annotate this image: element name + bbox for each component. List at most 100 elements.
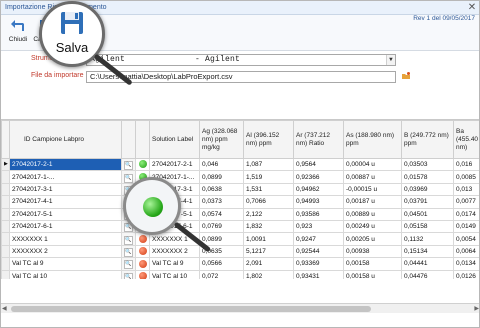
cell-ba: 0,0077 bbox=[453, 195, 479, 209]
file-path-input[interactable]: C:\Users\mattia\Desktop\LabProExport.csv bbox=[86, 71, 396, 83]
table-row[interactable]: XXXXXXX 1 🔍 XXXXXXX 1 0,0899 1,0091 0,9247 0,0… bbox=[1, 232, 479, 246]
row-selector[interactable] bbox=[1, 257, 10, 271]
cell-solution: XXXXXXX 2 bbox=[149, 244, 200, 259]
cell-id[interactable]: 27042017-4-1 bbox=[9, 195, 122, 209]
search-icon-cell[interactable]: 🔍 bbox=[121, 232, 136, 246]
cell-id[interactable]: 27042017-5-1 bbox=[9, 207, 122, 221]
cell-ba: 0,0149 bbox=[453, 219, 479, 234]
red-status-icon bbox=[138, 259, 147, 268]
cell-ba: 0,016 bbox=[453, 157, 479, 172]
search-icon-cell[interactable]: 🔍 bbox=[121, 157, 136, 172]
col-header-b[interactable]: B (249.772 nm) ppm bbox=[401, 120, 454, 159]
folder-open-icon[interactable] bbox=[401, 71, 411, 81]
close-button-label: Chiudi bbox=[8, 36, 28, 43]
file-path-value: C:\Users\mattia\Desktop\LabProExport.csv bbox=[90, 72, 233, 81]
cell-ba: 0,0085 bbox=[453, 170, 479, 184]
search-icon[interactable]: 🔍 bbox=[124, 272, 133, 279]
col-header-as[interactable]: As (188.980 nm) ppm bbox=[343, 120, 402, 159]
table-row[interactable]: 27042017-6-1🔍27042017-6-10,07691,8320,92… bbox=[1, 219, 479, 234]
table-row[interactable]: ▶ 27042017-2-1 🔍 27042017-2-1 0,046 1,087 0,95… bbox=[1, 157, 479, 172]
table-row[interactable]: 27042017-1-... 🔍 27042017-1-... 0,0899 1,519… bbox=[1, 170, 479, 184]
horizontal-scrollbar[interactable]: ◀ ▶ bbox=[1, 303, 479, 313]
col-header-ba[interactable]: Ba (455.40 nm) bbox=[453, 120, 479, 159]
cell-ag: 0,072 bbox=[199, 269, 244, 279]
strumento-select[interactable]: Agilent - Agilent ▼ bbox=[86, 54, 396, 66]
cell-al: 2,091 bbox=[243, 257, 294, 271]
cell-id[interactable]: Val TC al 10 bbox=[9, 269, 122, 279]
close-icon[interactable]: ✕ bbox=[465, 1, 479, 14]
search-icon[interactable]: 🔍 bbox=[124, 247, 133, 257]
table-row[interactable]: Val TC al 9 🔍 Val TC al 9 0,0566 2,091 0,9336… bbox=[1, 257, 479, 271]
cell-b: 0,04441 bbox=[401, 257, 454, 271]
cell-as: 0,00249 u bbox=[343, 219, 402, 234]
cell-id[interactable]: Val TC al 9 bbox=[9, 257, 122, 271]
search-icon[interactable]: 🔍 bbox=[124, 260, 133, 269]
cell-al: 1,087 bbox=[243, 157, 294, 172]
cell-ba: 0,0064 bbox=[453, 244, 479, 259]
col-header-id[interactable]: ID Campione Labpro bbox=[9, 120, 122, 159]
col-header-ag[interactable]: Ag (328.068 nm) ppm mg/kg bbox=[199, 120, 244, 159]
table-row[interactable]: 27042017-5-1🔍27042017-5-10,05742,1220,93… bbox=[1, 207, 479, 221]
cell-ar: 0,94962 bbox=[293, 182, 344, 197]
cell-al: 1,832 bbox=[243, 219, 294, 234]
cell-ba: 0,0134 bbox=[453, 257, 479, 271]
cell-id[interactable]: 27042017-3-1 bbox=[9, 182, 122, 197]
cell-b: 0,15134 bbox=[401, 244, 454, 259]
chevron-down-icon[interactable]: ▼ bbox=[386, 55, 395, 65]
cell-al: 1,531 bbox=[243, 182, 294, 197]
col-header-solution[interactable]: Solution Label bbox=[149, 120, 200, 159]
cell-ar: 0,92366 bbox=[293, 170, 344, 184]
row-selector[interactable] bbox=[1, 195, 10, 209]
row-selector[interactable] bbox=[1, 269, 10, 279]
search-icon-cell[interactable]: 🔍 bbox=[121, 244, 136, 259]
search-icon[interactable]: 🔍 bbox=[124, 161, 133, 170]
cell-as: 0,00938 bbox=[343, 244, 402, 259]
col-header-al[interactable]: Al (396.152 nm) ppm bbox=[243, 120, 294, 159]
search-icon[interactable]: 🔍 bbox=[124, 173, 133, 183]
cell-ag: 0,046 bbox=[199, 157, 244, 172]
row-selector[interactable] bbox=[1, 219, 10, 234]
cell-id[interactable]: 27042017-2-1 bbox=[9, 157, 122, 172]
results-table: ID Campione Labpro Solution Label Ag (32… bbox=[1, 120, 479, 279]
scroll-left-icon[interactable]: ◀ bbox=[2, 305, 7, 312]
scrollbar-thumb[interactable] bbox=[11, 306, 371, 312]
cell-b: 0,04501 bbox=[401, 207, 454, 221]
row-selector[interactable] bbox=[1, 207, 10, 221]
grid-body: ▶ 27042017-2-1 🔍 27042017-2-1 0,046 1,087 0,95… bbox=[1, 157, 479, 279]
row-selector[interactable] bbox=[1, 170, 10, 184]
cell-id[interactable]: 27042017-1-... bbox=[9, 170, 122, 184]
search-icon-cell[interactable]: 🔍 bbox=[121, 269, 136, 279]
table-row[interactable]: XXXXXXX 2 🔍 XXXXXXX 2 0,0635 5,1217 0,92544 0,… bbox=[1, 244, 479, 259]
cell-ag: 0,0566 bbox=[199, 257, 244, 271]
search-icon-cell[interactable]: 🔍 bbox=[121, 257, 136, 271]
cell-solution: Val TC al 9 bbox=[149, 257, 200, 271]
table-row[interactable]: Val TC al 10 🔍 Val TC al 10 0,072 1,802 0,934… bbox=[1, 269, 479, 279]
cell-id[interactable]: 27042017-6-1 bbox=[9, 219, 122, 234]
cell-id[interactable]: XXXXXXX 2 bbox=[9, 244, 122, 259]
cell-as: 0,00158 u bbox=[343, 269, 402, 279]
cell-id[interactable]: XXXXXXX 1 bbox=[9, 232, 122, 246]
row-selector[interactable] bbox=[1, 182, 10, 197]
col-header-status bbox=[135, 120, 150, 159]
search-icon[interactable]: 🔍 bbox=[124, 235, 133, 245]
col-header-ar[interactable]: Ar (737.212 nm) Ratio bbox=[293, 120, 344, 159]
red-status-icon bbox=[138, 234, 147, 243]
row-selector[interactable]: ▶ bbox=[1, 157, 10, 172]
cell-ag: 0,0638 bbox=[199, 182, 244, 197]
status-cell bbox=[135, 257, 150, 271]
file-label: File da importare bbox=[31, 72, 84, 79]
cell-ag: 0,0899 bbox=[199, 232, 244, 246]
row-selector[interactable] bbox=[1, 232, 10, 246]
search-icon-cell[interactable]: 🔍 bbox=[121, 170, 136, 184]
table-row[interactable]: 27042017-4-1🔍27042017-4-10,03730,70660,9… bbox=[1, 195, 479, 209]
table-row[interactable]: 27042017-3-1🔍27042017-3-10,06381,5310,94… bbox=[1, 182, 479, 197]
header-row: ID Campione Labpro Solution Label Ag (32… bbox=[1, 120, 479, 159]
cell-ar: 0,93431 bbox=[293, 269, 344, 279]
close-button[interactable]: Chiudi bbox=[5, 19, 31, 49]
cell-as: 0,00889 u bbox=[343, 207, 402, 221]
row-selector[interactable] bbox=[1, 244, 10, 259]
scroll-right-icon[interactable]: ▶ bbox=[474, 305, 479, 312]
cell-solution: Val TC al 10 bbox=[149, 269, 200, 279]
cell-al: 5,1217 bbox=[243, 244, 294, 259]
col-header-lens bbox=[121, 120, 136, 159]
